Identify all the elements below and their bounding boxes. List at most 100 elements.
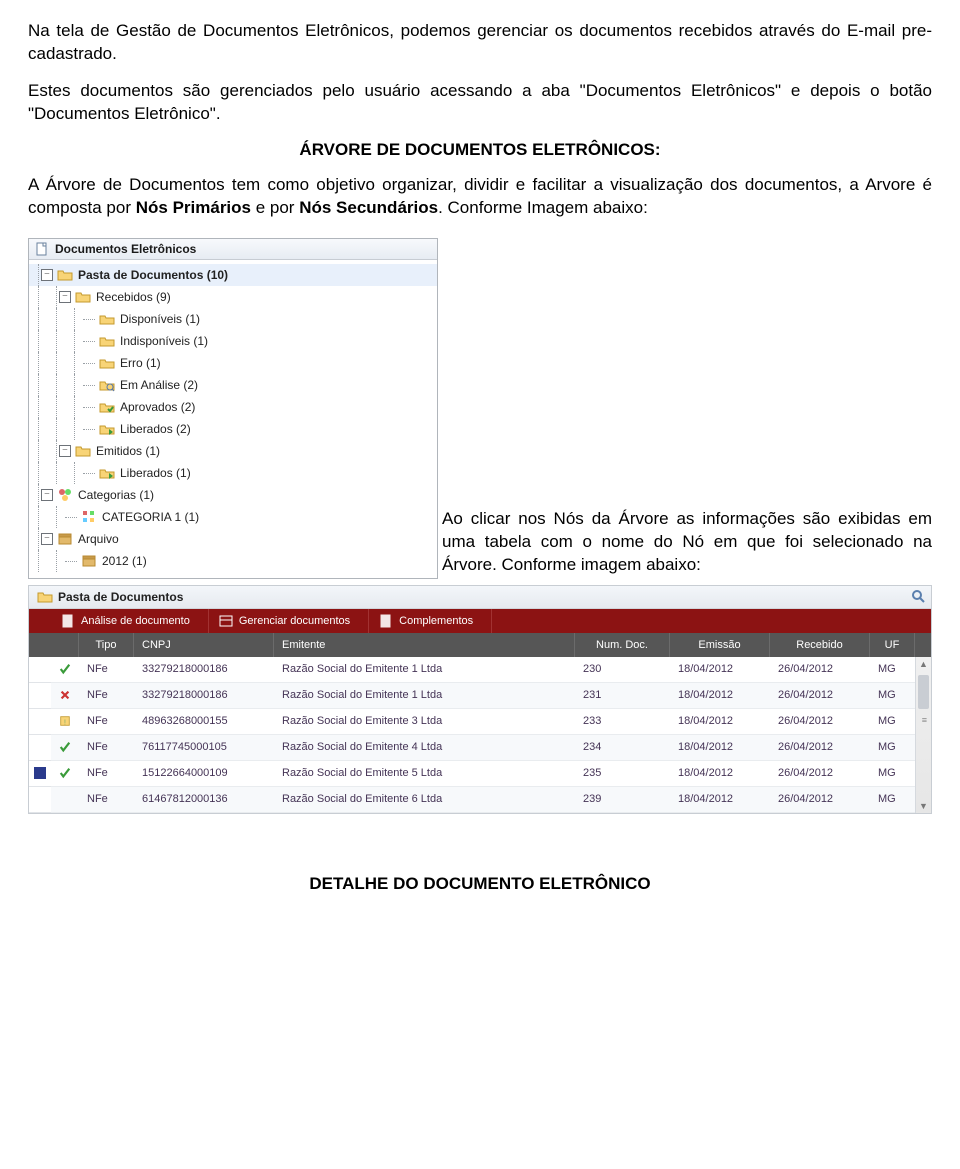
cell-emissao: 18/04/2012 xyxy=(670,663,770,675)
table-body: NFe33279218000186Razão Social do Emitent… xyxy=(29,657,931,813)
tree-title: Documentos Eletrônicos xyxy=(55,242,196,256)
scroll-up-arrow[interactable]: ▲ xyxy=(916,657,931,671)
tree-node-arquivo[interactable]: − Arquivo xyxy=(29,528,437,550)
tree-node-aprovados[interactable]: Aprovados (2) xyxy=(29,396,437,418)
search-icon[interactable] xyxy=(911,589,925,603)
tree-node-recebidos[interactable]: − Recebidos (9) xyxy=(29,286,437,308)
tree-node-liberados-2[interactable]: Liberados (1) xyxy=(29,462,437,484)
col-tipo[interactable]: Tipo xyxy=(79,633,134,657)
cell-uf: MG xyxy=(870,767,915,779)
table-row[interactable]: NFe76117745000105Razão Social do Emitent… xyxy=(51,735,915,761)
table-row[interactable]: NFe15122664000109Razão Social do Emitent… xyxy=(51,761,915,787)
cell-emitente: Razão Social do Emitente 4 Ltda xyxy=(274,741,575,753)
row-selector[interactable] xyxy=(29,787,51,813)
cell-num: 235 xyxy=(575,767,670,779)
section-title-detalhe: DETALHE DO DOCUMENTO ELETRÔNICO xyxy=(28,874,932,894)
col-uf[interactable]: UF xyxy=(870,633,915,657)
tree-label: Emitidos (1) xyxy=(96,444,160,458)
svg-text:!: ! xyxy=(64,718,66,727)
cell-emissao: 18/04/2012 xyxy=(670,793,770,805)
cell-tipo: NFe xyxy=(79,663,134,675)
toolbar-analise-button[interactable]: Análise de documento xyxy=(51,609,209,633)
status-icon xyxy=(51,662,79,676)
manage-icon xyxy=(219,614,233,628)
cell-cnpj: 76117745000105 xyxy=(134,741,274,753)
document-icon xyxy=(61,614,75,628)
tree-panel: Documentos Eletrônicos − Pasta de Docume… xyxy=(28,238,438,579)
cell-emitente: Razão Social do Emitente 5 Ltda xyxy=(274,767,575,779)
cell-emissao: 18/04/2012 xyxy=(670,689,770,701)
folder-check-icon xyxy=(99,399,115,415)
cell-num: 230 xyxy=(575,663,670,675)
table-toolbar: Análise de documento Gerenciar documento… xyxy=(29,609,931,633)
row-selector[interactable] xyxy=(29,709,51,735)
row-selector[interactable] xyxy=(29,683,51,709)
cell-recebido: 26/04/2012 xyxy=(770,663,870,675)
folder-open-icon xyxy=(75,289,91,305)
paragraph-arvore-desc: A Árvore de Documentos tem como objetivo… xyxy=(28,174,932,220)
row-selector[interactable] xyxy=(29,657,51,683)
table-row[interactable]: NFe61467812000136Razão Social do Emitent… xyxy=(51,787,915,813)
tree-node-root[interactable]: − Pasta de Documentos (10) xyxy=(29,264,437,286)
cell-emitente: Razão Social do Emitente 6 Ltda xyxy=(274,793,575,805)
category-item-icon xyxy=(81,509,97,525)
col-cnpj[interactable]: CNPJ xyxy=(134,633,274,657)
cell-tipo: NFe xyxy=(79,741,134,753)
tree-node-liberados[interactable]: Liberados (2) xyxy=(29,418,437,440)
vertical-scrollbar[interactable]: ▲ ≡ ▼ xyxy=(915,657,931,813)
tree-node-categorias[interactable]: − Categorias (1) xyxy=(29,484,437,506)
tree-label: 2012 (1) xyxy=(102,554,147,568)
tree-label: Erro (1) xyxy=(120,356,161,370)
scroll-mark: ≡ xyxy=(922,715,927,725)
tree-node-2012[interactable]: 2012 (1) xyxy=(29,550,437,572)
tree-node-disponiveis[interactable]: Disponíveis (1) xyxy=(29,308,437,330)
tree-node-analise[interactable]: Em Análise (2) xyxy=(29,374,437,396)
status-icon xyxy=(51,740,79,754)
cell-tipo: NFe xyxy=(79,793,134,805)
toolbar-gerenciar-button[interactable]: Gerenciar documentos xyxy=(209,609,369,633)
status-icon: ! xyxy=(51,714,79,728)
categories-icon xyxy=(57,487,73,503)
toolbar-complementos-button[interactable]: Complementos xyxy=(369,609,492,633)
toolbar-label: Análise de documento xyxy=(81,615,190,627)
scroll-header-gap xyxy=(915,633,931,657)
tree-node-indisponiveis[interactable]: Indisponíveis (1) xyxy=(29,330,437,352)
col-emitente[interactable]: Emitente xyxy=(274,633,575,657)
col-status xyxy=(51,633,79,657)
row-selector[interactable] xyxy=(29,761,51,787)
table-row[interactable]: NFe33279218000186Razão Social do Emitent… xyxy=(51,683,915,709)
section-title-arvore: ÁRVORE DE DOCUMENTOS ELETRÔNICOS: xyxy=(28,140,932,160)
tree-node-categoria-1[interactable]: CATEGORIA 1 (1) xyxy=(29,506,437,528)
text-fragment: . Conforme Imagem abaixo: xyxy=(438,198,648,217)
cell-cnpj: 48963268000155 xyxy=(134,715,274,727)
tree-node-erro[interactable]: Erro (1) xyxy=(29,352,437,374)
status-icon xyxy=(51,766,79,780)
cell-emitente: Razão Social do Emitente 3 Ltda xyxy=(274,715,575,727)
scroll-thumb[interactable] xyxy=(918,675,929,709)
table-title: Pasta de Documentos xyxy=(58,590,183,604)
col-num[interactable]: Num. Doc. xyxy=(575,633,670,657)
cell-tipo: NFe xyxy=(79,689,134,701)
tree-header: Documentos Eletrônicos xyxy=(29,239,437,260)
cell-emitente: Razão Social do Emitente 1 Ltda xyxy=(274,689,575,701)
cell-emitente: Razão Social do Emitente 1 Ltda xyxy=(274,663,575,675)
tree-label: Aprovados (2) xyxy=(120,400,195,414)
table-row[interactable]: !NFe48963268000155Razão Social do Emiten… xyxy=(51,709,915,735)
cell-recebido: 26/04/2012 xyxy=(770,689,870,701)
col-emissao[interactable]: Emissão xyxy=(670,633,770,657)
paragraph-intro-1: Na tela de Gestão de Documentos Eletrôni… xyxy=(28,20,932,66)
paragraph-intro-2: Estes documentos são gerenciados pelo us… xyxy=(28,80,932,126)
tree-label: Disponíveis (1) xyxy=(120,312,200,326)
cell-cnpj: 33279218000186 xyxy=(134,663,274,675)
document-icon xyxy=(35,242,49,256)
table-row[interactable]: NFe33279218000186Razão Social do Emitent… xyxy=(51,657,915,683)
cell-num: 234 xyxy=(575,741,670,753)
row-selector[interactable] xyxy=(29,735,51,761)
toolbar-leading xyxy=(29,609,51,633)
scroll-down-arrow[interactable]: ▼ xyxy=(916,799,931,813)
tree-body: − Pasta de Documentos (10) − Recebidos (… xyxy=(29,260,437,578)
col-recebido[interactable]: Recebido xyxy=(770,633,870,657)
tree-label: Pasta de Documentos (10) xyxy=(78,268,228,282)
tree-label: Categorias (1) xyxy=(78,488,154,502)
tree-node-emitidos[interactable]: − Emitidos (1) xyxy=(29,440,437,462)
